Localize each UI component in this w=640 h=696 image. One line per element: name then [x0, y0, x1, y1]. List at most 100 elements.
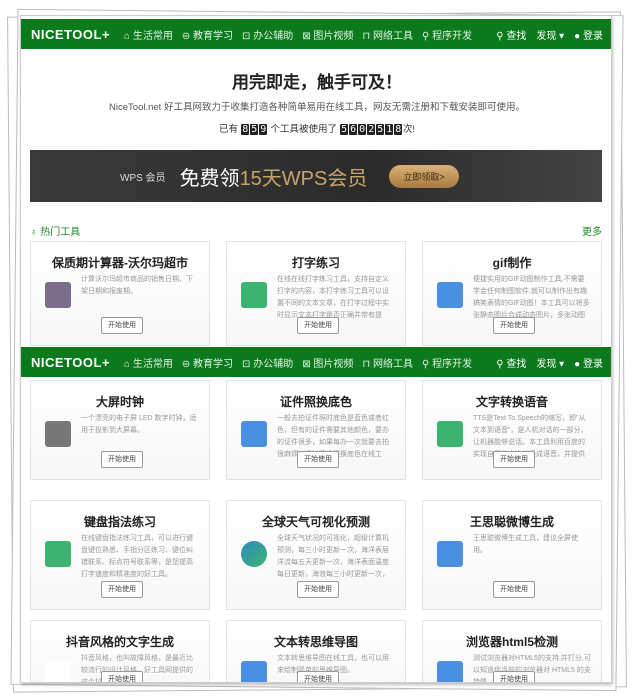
tools-count: 859 [241, 124, 268, 135]
led-digit-icon [45, 421, 71, 447]
hero: 用完即走，触手可及！ NiceTool.net 好工具网致力于收集打造各种简单易… [21, 68, 611, 135]
wps-brand: WPS 会员 [120, 172, 166, 184]
keyboard-icon [241, 282, 267, 308]
logo[interactable]: NICETOOL+ [31, 27, 110, 42]
start-button[interactable]: 开始使用 [101, 581, 143, 598]
nav-item-network[interactable]: ⊓ 网络工具 [362, 27, 413, 42]
nav-item-image-video[interactable]: ⊠ 图片视频 [302, 355, 353, 370]
globe-icon [241, 541, 267, 567]
tool-card[interactable]: 文字转换语音 TTS是Text To Speech的缩写，即"从文本到语音"，是… [422, 380, 602, 480]
counter-digit: 5 [340, 124, 349, 135]
nav-item-dev[interactable]: ⚲ 程序开发 [422, 355, 472, 370]
tool-description: 王思聪微博生成工具，建议全屏使用。 [473, 535, 578, 554]
arrows-icon [45, 282, 71, 308]
tts-icon [437, 421, 463, 447]
tool-title[interactable]: 文本转思维导图 [227, 633, 405, 650]
html5-icon [437, 661, 463, 682]
start-button[interactable]: 开始使用 [297, 317, 339, 334]
hot-tools-title: ♁ 热门工具 [30, 227, 81, 238]
nav-item-office[interactable]: ⊡ 办公辅助 [242, 355, 293, 370]
tool-description: 全球天气状况的可视化，超级计算机预测，每三小时更新一次，海洋表层洋流每五天更新一… [277, 535, 389, 578]
tool-card[interactable]: 保质期计算器-沃尔玛超市 计算沃尔玛超市商品的销售日期、下架日期和报废期。 开始… [30, 241, 210, 346]
banner-text-a: 免费领 [179, 167, 240, 190]
hero-title: 用完即走，触手可及！ [232, 73, 402, 92]
discover-dropdown[interactable]: 发现 ▾ [536, 355, 564, 370]
nav-item-life[interactable]: ⌂ 生活常用 [124, 27, 173, 42]
search-link[interactable]: ⚲ 查找 [496, 27, 526, 42]
counter-digit: 8 [394, 124, 403, 135]
tool-title[interactable]: 保质期计算器-沃尔玛超市 [31, 254, 209, 271]
nav-item-office[interactable]: ⊡ 办公辅助 [242, 27, 293, 42]
tool-title[interactable]: 文字转换语音 [423, 393, 601, 410]
usage-counter: 已有 859 个工具被使用了 5 6 0 2 5 1 8 次! [21, 121, 611, 135]
tool-title[interactable]: 打字练习 [227, 254, 405, 271]
counter-suffix: 次! [402, 124, 415, 135]
tool-card[interactable]: 全球天气可视化预测 全球天气状况的可视化，超级计算机预测，每三小时更新一次，海洋… [226, 500, 406, 610]
counter-digit: 8 [241, 124, 250, 135]
tool-title[interactable]: 王思聪微博生成 [423, 513, 601, 530]
counter-prefix: 已有 [219, 124, 239, 135]
start-button[interactable]: 开始使用 [493, 671, 535, 682]
banner-headline: 免费领15天WPS会员 [180, 162, 368, 191]
tool-title[interactable]: 浏览器html5检测 [423, 633, 601, 650]
more-link[interactable]: 更多 [582, 223, 602, 238]
tool-title[interactable]: gif制作 [423, 254, 601, 271]
start-button[interactable]: 开始使用 [493, 317, 535, 334]
wrench-icon [241, 661, 267, 682]
tool-card[interactable]: 证件照换底色 一般去拍证件照时底色是蓝色或者红色，但有的证件需要其他颜色，要办的… [226, 380, 406, 480]
gif-icon [437, 282, 463, 308]
nav-item-education[interactable]: ⊜ 教育学习 [182, 355, 233, 370]
counter-digit: 6 [349, 124, 358, 135]
start-button[interactable]: 开始使用 [297, 451, 339, 468]
tool-card[interactable]: 王思聪微博生成 王思聪微博生成工具，建议全屏使用。 开始使用 [422, 500, 602, 610]
start-button[interactable]: 开始使用 [101, 451, 143, 468]
start-button[interactable]: 开始使用 [297, 671, 339, 682]
counter-mid: 个工具被使用了 [270, 124, 337, 135]
nav-item-life[interactable]: ⌂ 生活常用 [124, 355, 173, 370]
banner-text-b: 15天WPS会员 [239, 167, 368, 190]
wrench-icon [437, 541, 463, 567]
nav-item-dev[interactable]: ⚲ 程序开发 [422, 27, 472, 42]
search-link[interactable]: ⚲ 查找 [496, 355, 526, 370]
tool-title[interactable]: 全球天气可视化预测 [227, 513, 405, 530]
nav-item-network[interactable]: ⊓ 网络工具 [362, 355, 413, 370]
top-nav: NICETOOL+ ⌂ 生活常用 ⊜ 教育学习 ⊡ 办公辅助 ⊠ 图片视频 ⊓ … [21, 19, 611, 49]
tool-description: 在线在线打字练习工具，支持自定义打字的内容，本打字练习工具可以设置不同的文本文章… [277, 276, 389, 319]
start-button[interactable]: 开始使用 [297, 581, 339, 598]
tool-card[interactable]: 大屏时钟 一个漂亮的电子屏 LED 数字时钟，适用于投影到大屏幕。 开始使用 [30, 380, 210, 480]
counter-digit: 5 [376, 124, 385, 135]
hot-tools-header: ♁ 热门工具 更多 [30, 223, 602, 238]
discover-dropdown[interactable]: 发现 ▾ [536, 27, 564, 42]
tool-card[interactable]: 浏览器html5检测 测试浏览器对HTML5的支持,并打分,可以知道你当前的浏览… [422, 620, 602, 682]
logo[interactable]: NICETOOL+ [31, 355, 110, 370]
counter-digit: 2 [367, 124, 376, 135]
login-link[interactable]: ● 登录 [574, 27, 603, 42]
screenshot-paper: NICETOOL+ ⌂ 生活常用 ⊜ 教育学习 ⊡ 办公辅助 ⊠ 图片视频 ⊓ … [20, 15, 612, 683]
tool-description: 计算沃尔玛超市商品的销售日期、下架日期和报废期。 [81, 276, 193, 295]
tool-title[interactable]: 键盘指法练习 [31, 513, 209, 530]
tool-title[interactable]: 大屏时钟 [31, 393, 209, 410]
tool-title[interactable]: 证件照换底色 [227, 393, 405, 410]
tool-card[interactable]: 键盘指法练习 在线键盘指法练习工具，可以进行键盘键位熟悉、手指分区练习、键位纠错… [30, 500, 210, 610]
counter-digit: 0 [358, 124, 367, 135]
tiktok-a-icon [45, 661, 71, 682]
nav-item-education[interactable]: ⊜ 教育学习 [182, 27, 233, 42]
tool-card[interactable]: 打字练习 在线在线打字练习工具，支持自定义打字的内容，本打字练习工具可以设置不同… [226, 241, 406, 346]
tool-card[interactable]: 文本转思维导图 文本转思维导图在线工具，也可以用来绘制简单的思维导图。 开始使用 [226, 620, 406, 682]
start-button[interactable]: 开始使用 [493, 451, 535, 468]
wps-banner[interactable]: WPS 会员 免费领15天WPS会员 立即领取> [30, 150, 602, 202]
hero-subtitle: NiceTool.net 好工具网致力于收集打造各种简单易用在线工具，网友无需注… [109, 102, 525, 113]
counter-digit: 1 [385, 124, 394, 135]
tool-card[interactable]: 抖音风格的文字生成 抖音风格，也叫故障风格，是最近比较流行的设计风格，好工具网提… [30, 620, 210, 682]
tool-card[interactable]: gif制作 便捷实用的GIF动图制作工具,不需要学会任何制图软件,就可以制作出有… [422, 241, 602, 346]
start-button[interactable]: 开始使用 [101, 317, 143, 334]
login-link[interactable]: ● 登录 [574, 355, 603, 370]
claim-button[interactable]: 立即领取> [389, 164, 459, 188]
start-button[interactable]: 开始使用 [101, 671, 143, 682]
nav-item-image-video[interactable]: ⊠ 图片视频 [302, 27, 353, 42]
person-icon [241, 421, 267, 447]
start-button[interactable]: 开始使用 [493, 581, 535, 598]
tool-title[interactable]: 抖音风格的文字生成 [31, 633, 209, 650]
counter-digit: 9 [259, 124, 268, 135]
keyboard-icon [45, 541, 71, 567]
